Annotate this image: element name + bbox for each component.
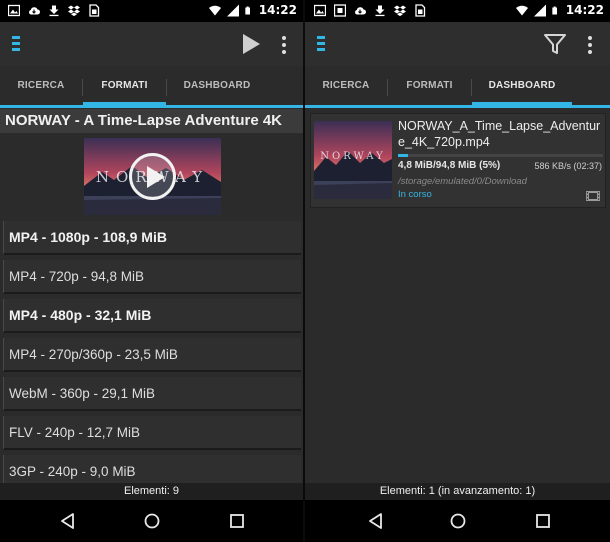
sim-icon xyxy=(334,4,346,17)
overflow-menu-icon[interactable] xyxy=(587,36,593,54)
image-icon xyxy=(314,4,326,17)
recents-icon[interactable] xyxy=(534,512,552,530)
film-icon xyxy=(586,191,600,201)
cloud-download-icon xyxy=(29,7,40,15)
dropbox-icon xyxy=(394,5,406,17)
tab-bar: RICERCA FORMATI DASHBOARD xyxy=(0,66,303,108)
thumbnail-text: NORWAY xyxy=(320,151,386,162)
home-icon[interactable] xyxy=(449,512,467,530)
tab-formati[interactable]: FORMATI xyxy=(83,66,166,106)
wifi-icon xyxy=(515,5,528,16)
status-time: 14:22 xyxy=(258,3,297,17)
play-button-icon[interactable] xyxy=(129,153,176,200)
app-bar xyxy=(0,22,303,66)
overflow-menu-icon[interactable] xyxy=(281,36,287,54)
nav-bar xyxy=(0,500,303,542)
download-path: /storage/emulated/0/Download xyxy=(398,176,527,187)
tab-ricerca[interactable]: RICERCA xyxy=(305,66,387,105)
tab-dashboard[interactable]: DASHBOARD xyxy=(472,66,572,106)
format-item[interactable]: MP4 - 1080p - 108,9 MiB xyxy=(3,221,301,255)
menu-icon[interactable] xyxy=(12,36,26,52)
nav-bar xyxy=(305,500,610,542)
battery-icon xyxy=(552,6,557,15)
download-status: In corso xyxy=(398,189,432,200)
cloud-download-icon xyxy=(355,7,366,15)
items-count: Elementi: 9 xyxy=(0,483,303,500)
recents-icon[interactable] xyxy=(228,512,246,530)
image-icon xyxy=(8,4,20,17)
right-screen: 14:22 RICERCA FORMATI DASHBOARD NORWAY N… xyxy=(305,0,610,542)
download-filename: NORWAY_A_Time_Lapse_Adventure_4K_720p.mp… xyxy=(398,119,601,149)
sim-icon xyxy=(415,4,426,17)
download-thumbnail: NORWAY xyxy=(314,121,392,199)
menu-icon[interactable] xyxy=(317,36,331,52)
tab-formati[interactable]: FORMATI xyxy=(388,66,471,105)
video-title: NORWAY - A Time-Lapse Adventure 4K xyxy=(0,109,303,133)
sim-icon xyxy=(89,4,100,17)
battery-icon xyxy=(245,6,250,15)
download-item[interactable]: NORWAY NORWAY_A_Time_Lapse_Adventure_4K_… xyxy=(310,113,606,208)
download-icon xyxy=(375,5,385,17)
format-item[interactable]: WebM - 360p - 29,1 MiB xyxy=(3,377,301,411)
formats-list: MP4 - 1080p - 108,9 MiB MP4 - 720p - 94,… xyxy=(3,221,301,494)
status-bar: 14:22 xyxy=(305,0,610,22)
dropbox-icon xyxy=(68,5,80,17)
download-progress-fill xyxy=(398,154,409,157)
download-speed: 586 KB/s (02:37) xyxy=(534,161,602,171)
app-bar xyxy=(305,22,610,66)
tab-dashboard[interactable]: DASHBOARD xyxy=(167,66,267,105)
format-item[interactable]: MP4 - 720p - 94,8 MiB xyxy=(3,260,301,294)
download-icon xyxy=(49,5,59,17)
tab-bar: RICERCA FORMATI DASHBOARD xyxy=(305,66,610,108)
home-icon[interactable] xyxy=(143,512,161,530)
play-icon[interactable] xyxy=(238,31,264,57)
video-thumbnail[interactable]: NORWAY xyxy=(84,138,221,215)
signal-icon xyxy=(226,4,239,17)
status-bar: 14:22 xyxy=(0,0,303,22)
download-progress-bar xyxy=(398,154,603,157)
signal-icon xyxy=(533,4,546,17)
wifi-icon xyxy=(208,5,221,16)
back-icon[interactable] xyxy=(59,512,77,530)
format-item[interactable]: FLV - 240p - 12,7 MiB xyxy=(3,416,301,450)
back-icon[interactable] xyxy=(367,512,385,530)
format-item[interactable]: MP4 - 480p - 32,1 MiB xyxy=(3,299,301,333)
left-screen: 14:22 RICERCA FORMATI DASHBOARD NORWAY -… xyxy=(0,0,303,542)
format-item[interactable]: MP4 - 270p/360p - 23,5 MiB xyxy=(3,338,301,372)
tab-ricerca[interactable]: RICERCA xyxy=(0,66,82,105)
items-count: Elementi: 1 (in avanzamento: 1) xyxy=(305,483,610,500)
download-size: 4,8 MiB/94,8 MiB (5%) xyxy=(398,160,501,171)
filter-icon[interactable] xyxy=(542,31,568,57)
status-time: 14:22 xyxy=(565,3,604,17)
